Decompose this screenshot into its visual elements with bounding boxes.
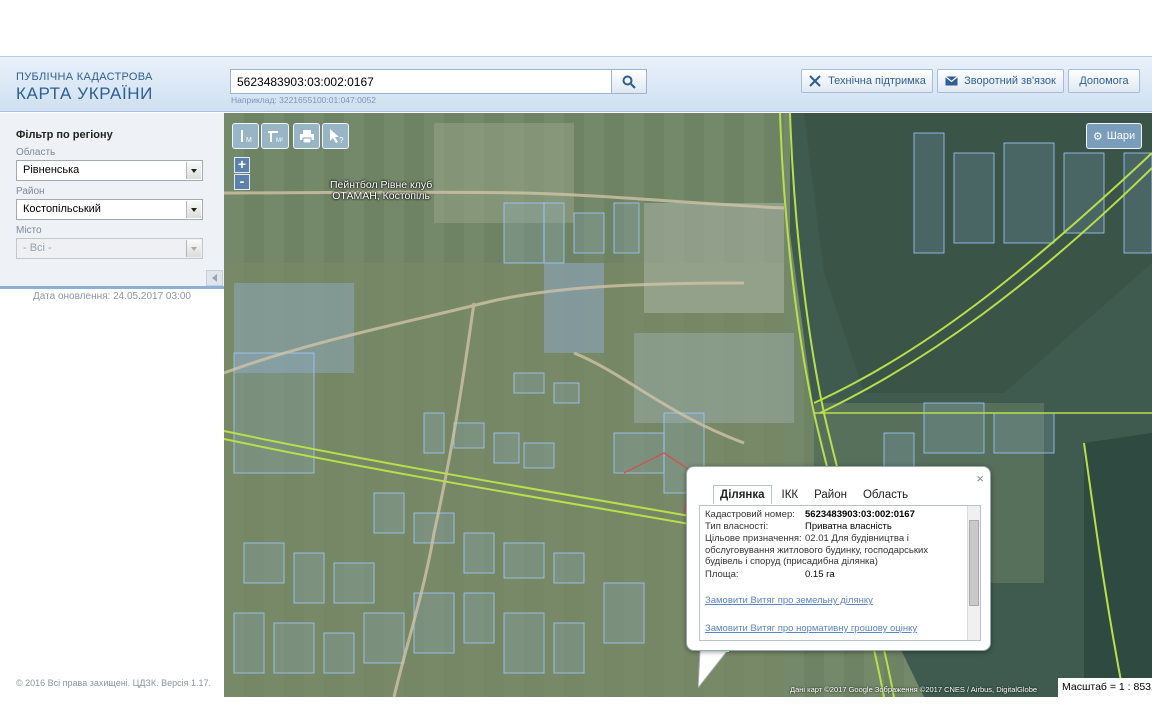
envelope-icon [945, 76, 959, 86]
identify-button[interactable]: ? [322, 123, 349, 149]
logo-line1: ПУБЛІЧНА КАДАСТРОВА [16, 71, 153, 83]
chevron-down-icon [186, 240, 201, 257]
tools-icon [809, 75, 821, 87]
feedback-button[interactable]: Зворотний зв'язок [937, 69, 1064, 93]
oblast-label: Область [16, 147, 56, 158]
area-value: 0.15 га [805, 569, 835, 580]
close-icon[interactable]: × [976, 471, 984, 486]
map-canvas[interactable]: M M² ? + - ⚙ Шари Пейнтбол Рівне клуб ОТ… [224, 113, 1152, 697]
map-attribution: Дані карт ©2017 Google Зображення ©2017 … [790, 685, 1038, 694]
scrollbar-thumb[interactable] [969, 520, 979, 606]
svg-text:?: ? [339, 136, 344, 144]
printer-icon [299, 129, 314, 143]
help-label: Допомога [1079, 75, 1129, 87]
popup-body: Кадастровий номер: 5623483903:03:002:016… [699, 505, 981, 641]
ruler-icon: M [240, 130, 252, 144]
logo-line2: КАРТА УКРАЇНИ [16, 84, 153, 103]
gear-icon: ⚙ [1092, 130, 1103, 143]
collapse-sidebar-button[interactable] [206, 270, 223, 286]
search-button[interactable] [611, 69, 647, 94]
zoom-in-button[interactable]: + [234, 157, 250, 173]
tech-support-label: Технічна підтримка [828, 75, 926, 87]
svg-text:M: M [246, 137, 252, 144]
raion-label: Район [16, 186, 45, 197]
chevron-down-icon[interactable] [186, 201, 201, 218]
tech-support-button[interactable]: Технічна підтримка [801, 69, 933, 93]
copyright: © 2016 Всі права захищені. ЦДЗК. Версія … [16, 678, 212, 688]
misto-label: Місто [16, 225, 42, 236]
cadastral-label: Кадастровий номер: [705, 509, 795, 520]
misto-value: - Всі - [23, 242, 52, 254]
help-button[interactable]: Допомога [1068, 69, 1140, 93]
cadastral-search-input[interactable] [230, 69, 612, 94]
sidebar: Фільтр по регіону Область Рівненська Рай… [0, 113, 224, 720]
app-logo[interactable]: ПУБЛІЧНА КАДАСТРОВА КАРТА УКРАЇНИ [16, 71, 153, 103]
layers-label: Шари [1106, 130, 1136, 142]
area-ruler-icon: M² [268, 131, 283, 144]
purpose-value: 02.01 Для будівництва і обслуговування ж… [705, 533, 929, 567]
tab-parcel[interactable]: Ділянка [713, 485, 772, 504]
filter-title: Фільтр по регіону [16, 129, 113, 141]
print-button[interactable] [293, 123, 320, 149]
chevron-down-icon[interactable] [186, 162, 201, 179]
raion-value: Костопільський [23, 203, 101, 215]
search-icon [622, 75, 636, 89]
cadastral-value: 5623483903:03:002:0167 [805, 509, 915, 520]
zoom-out-button[interactable]: - [234, 174, 250, 190]
poi-label[interactable]: Пейнтбол Рівне клуб ОТАМАН, Костопіль [330, 180, 432, 202]
oblast-select[interactable]: Рівненська [16, 160, 203, 181]
feedback-label: Зворотний зв'язок [964, 75, 1056, 87]
popup-tail [698, 650, 729, 689]
oblast-value: Рівненська [23, 164, 80, 176]
region-filter-panel: Фільтр по регіону Область Рівненська Рай… [0, 113, 224, 289]
cursor-question-icon: ? [329, 129, 344, 144]
parcel-info-popup: × Ділянка ІКК Район Область Кадастровий … [686, 466, 991, 651]
svg-text:M²: M² [276, 138, 283, 144]
measure-area-button[interactable]: M² [261, 123, 289, 149]
poi-label-line2: ОТАМАН, Костопіль [332, 190, 430, 202]
layers-button[interactable]: ⚙ Шари [1086, 123, 1142, 149]
ownership-value: Приватна власність [805, 521, 892, 532]
measure-distance-button[interactable]: M [232, 123, 259, 149]
misto-select[interactable]: - Всі - [16, 238, 203, 259]
search-example-text: Наприклад: 3221655100:01:047:0052 [231, 95, 377, 105]
raion-select[interactable]: Костопільський [16, 199, 203, 220]
order-parcel-extract-link[interactable]: Замовити Витяг про земельну ділянку [705, 595, 873, 606]
tab-oblast[interactable]: Область [857, 486, 914, 504]
order-valuation-extract-link[interactable]: Замовити Витяг про нормативну грошову оц… [705, 623, 917, 634]
update-date: Дата оновлення: 24.05.2017 03:00 [33, 291, 191, 302]
ownership-label: Тип власності: [705, 521, 769, 532]
area-label: Площа: [705, 569, 739, 580]
tab-ikk[interactable]: ІКК [776, 486, 805, 504]
map-scale: Масштаб = 1 : 8531 [1058, 678, 1152, 697]
tab-raion[interactable]: Район [808, 486, 853, 504]
app-header: ПУБЛІЧНА КАДАСТРОВА КАРТА УКРАЇНИ Наприк… [0, 56, 1152, 112]
popup-tabs: Ділянка ІКК Район Область [713, 484, 918, 504]
popup-scrollbar[interactable] [967, 506, 980, 640]
